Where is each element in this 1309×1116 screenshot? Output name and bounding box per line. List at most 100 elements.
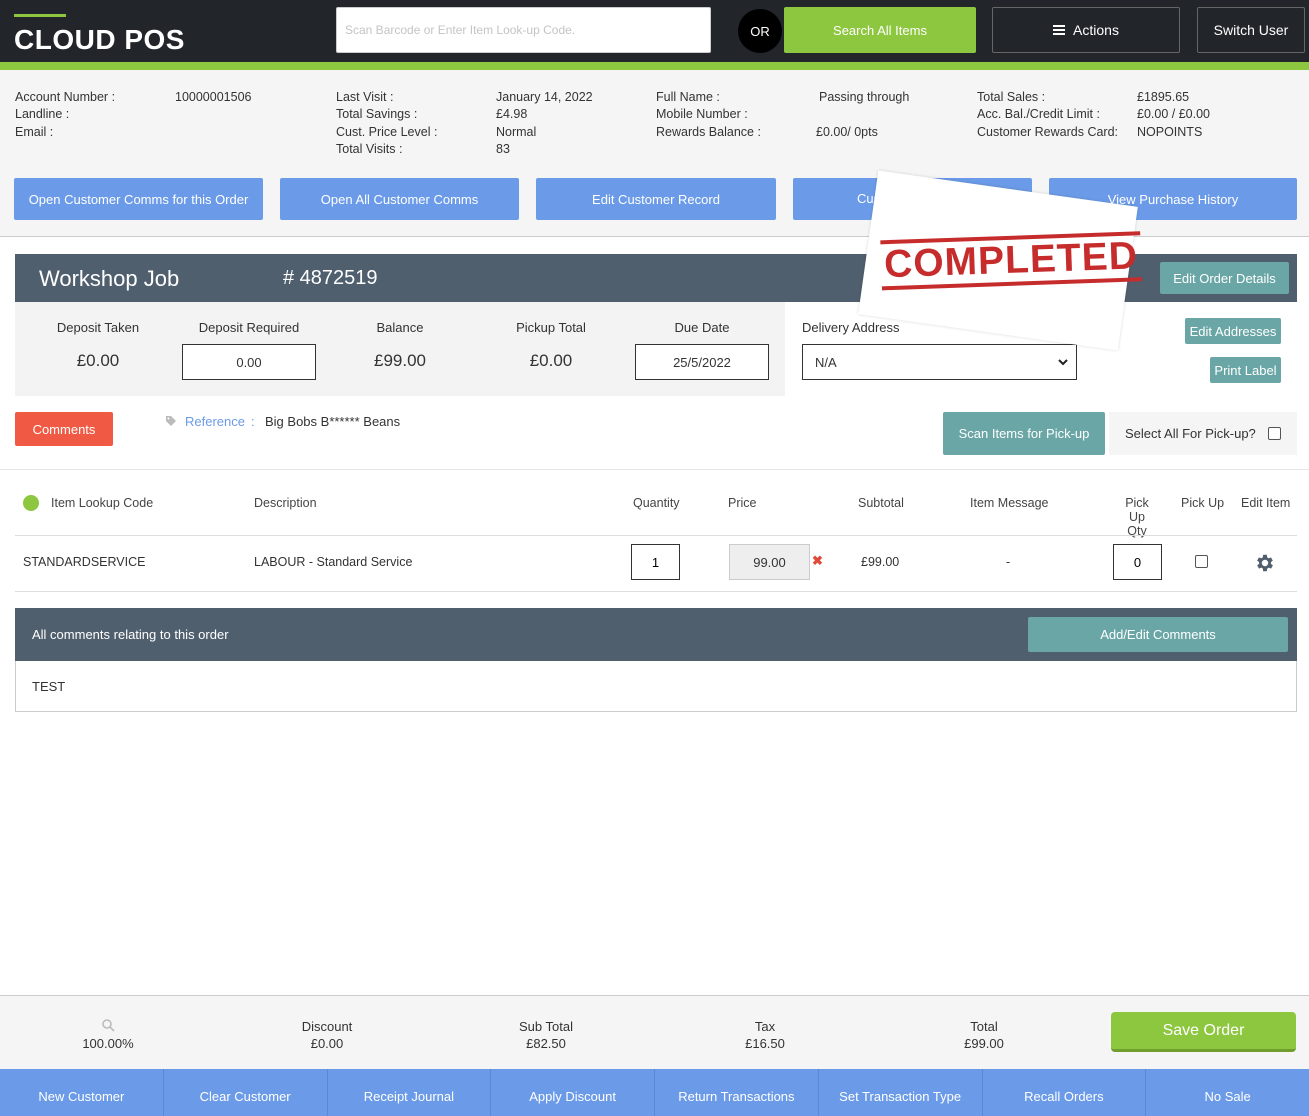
header-lookup: Item Lookup Code [51, 496, 154, 510]
reference-colon: : [251, 414, 255, 429]
total-savings-label: Total Savings : [336, 107, 418, 122]
total-visits-value: 83 [496, 141, 510, 156]
scan-input[interactable] [336, 7, 711, 53]
tax-value: £16.50 [745, 1036, 785, 1051]
job-title: Workshop Job [39, 266, 180, 291]
deposit-taken: Deposit Taken £0.00 [38, 320, 158, 371]
header-description: Description [254, 496, 317, 510]
menu-icon [1053, 25, 1066, 35]
pickup-checkbox[interactable] [1195, 555, 1208, 568]
pickup-total-label: Pickup Total [516, 320, 586, 335]
recall-orders-button[interactable]: Recall Orders [982, 1069, 1147, 1116]
discount-label: Discount [301, 1019, 353, 1034]
total-sales-value: £1895.65 [1137, 90, 1190, 104]
or-badge: OR [738, 9, 782, 53]
deposit-taken-label: Deposit Taken [56, 320, 140, 335]
email-label: Email : [15, 124, 54, 139]
rewards-card-label: Customer Rewards Card: [977, 124, 1119, 139]
remove-icon[interactable]: ✖ [812, 554, 823, 567]
chevron-down-icon [1058, 359, 1068, 366]
price-level-label: Cust. Price Level : [336, 124, 438, 139]
reference-value: Big Bobs B****** Beans [265, 414, 401, 429]
discount: Discount £0.00 [277, 1018, 377, 1052]
subtotal-value: £82.50 [526, 1036, 566, 1051]
quantity-input[interactable] [631, 544, 680, 580]
save-order-button[interactable]: Save Order [1111, 1012, 1296, 1052]
rewards-card-value: NOPOINTS [1137, 124, 1203, 139]
total-value: £99.00 [964, 1036, 1004, 1051]
account-number-label: Account Number : [15, 90, 116, 104]
status-dot [23, 495, 39, 511]
delivery-address-value: N/A [815, 354, 837, 370]
open-all-comms-button[interactable]: Open All Customer Comms [280, 178, 519, 220]
select-all-pickup-checkbox[interactable] [1267, 427, 1281, 440]
balance: Balance £99.00 [340, 320, 460, 371]
set-transaction-type-button[interactable]: Set Transaction Type [818, 1069, 983, 1116]
logo-bar [14, 14, 66, 17]
select-all-pickup[interactable]: Select All For Pick-up? [1109, 412, 1297, 455]
delivery-address-select[interactable]: N/A [802, 344, 1077, 380]
full-name-value: Passing through [819, 90, 910, 104]
last-visit-label: Last Visit : [336, 90, 394, 104]
discount-value: £0.00 [310, 1036, 344, 1051]
header-pickup: Pick Up [1181, 496, 1225, 510]
due-date-input[interactable] [635, 344, 769, 380]
pickup-total-value: £0.00 [529, 351, 573, 370]
pickup-qty-input[interactable] [1113, 544, 1162, 580]
add-edit-comments-button[interactable]: Add/Edit Comments [1028, 617, 1288, 652]
comments-button[interactable]: Comments [15, 412, 113, 446]
apply-discount-button[interactable]: Apply Discount [491, 1069, 655, 1116]
reference-label[interactable]: Reference [185, 414, 245, 429]
edit-customer-record-button[interactable]: Edit Customer Record [536, 178, 776, 220]
search-all-items-button[interactable]: Search All Items [784, 7, 976, 53]
divider [15, 535, 1297, 536]
print-label-button[interactable]: Print Label [1210, 357, 1281, 383]
logo-text: CLOUD POS [14, 24, 185, 55]
edit-order-details-button[interactable]: Edit Order Details [1160, 262, 1289, 294]
price-input[interactable] [729, 544, 810, 580]
total-savings-value: £4.98 [496, 107, 528, 122]
no-sale-button[interactable]: No Sale [1146, 1069, 1309, 1116]
rewards-balance-value: £0.00/ 0pts [816, 124, 878, 139]
header-pickup-qty: Pick Up Qty [1116, 496, 1158, 538]
tax: Tax £16.50 [715, 1018, 815, 1052]
new-customer-button[interactable]: New Customer [0, 1069, 164, 1116]
balance-label: Balance [376, 320, 424, 335]
edit-addresses-button[interactable]: Edit Addresses [1185, 318, 1281, 344]
job-number: # 4872519 [283, 267, 378, 289]
zoom-icon[interactable] [101, 1018, 115, 1032]
return-transactions-button[interactable]: Return Transactions [655, 1069, 819, 1116]
total-visits-label: Total Visits : [336, 141, 403, 156]
balance-value: £99.00 [374, 351, 426, 370]
header-item-message: Item Message [970, 496, 1049, 510]
last-visit-value: January 14, 2022 [496, 90, 593, 104]
acc-bal-label: Acc. Bal./Credit Limit : [977, 107, 1100, 122]
divider [15, 591, 1297, 592]
logo: CLOUD POS [14, 14, 184, 56]
mobile-label: Mobile Number : [656, 107, 748, 122]
select-all-pickup-label: Select All For Pick-up? [1125, 426, 1256, 441]
clear-customer-button[interactable]: Clear Customer [163, 1069, 328, 1116]
due-date-label: Due Date [674, 320, 730, 335]
subtotal-label: Sub Total [519, 1019, 573, 1034]
scan-items-pickup-button[interactable]: Scan Items for Pick-up [943, 412, 1105, 455]
tag-icon [166, 416, 176, 426]
header-edit-item: Edit Item [1241, 496, 1291, 510]
header-quantity: Quantity [633, 496, 680, 510]
tax-label: Tax [754, 1019, 776, 1034]
rewards-balance-label: Rewards Balance : [656, 124, 761, 139]
customer-col-3: Full Name : Passing through Mobile Number… [656, 89, 956, 141]
zoom-level: 100.00% [82, 1036, 134, 1051]
deposit-taken-value: £0.00 [76, 351, 120, 370]
gear-icon[interactable] [1254, 552, 1276, 574]
receipt-journal-button[interactable]: Receipt Journal [327, 1069, 492, 1116]
customer-col-4: Total Sales : £1895.65 Acc. Bal./Credit L… [977, 89, 1297, 141]
switch-user-button[interactable]: Switch User [1197, 7, 1305, 53]
open-comms-order-button[interactable]: Open Customer Comms for this Order [14, 178, 263, 220]
full-name-label: Full Name : [656, 90, 720, 104]
pickup-total: Pickup Total £0.00 [491, 320, 611, 371]
actions-button[interactable]: Actions [992, 7, 1180, 53]
row-item-message: - [1006, 555, 1011, 569]
deposit-required-input[interactable] [182, 344, 316, 380]
header-subtotal: Subtotal [858, 496, 904, 510]
